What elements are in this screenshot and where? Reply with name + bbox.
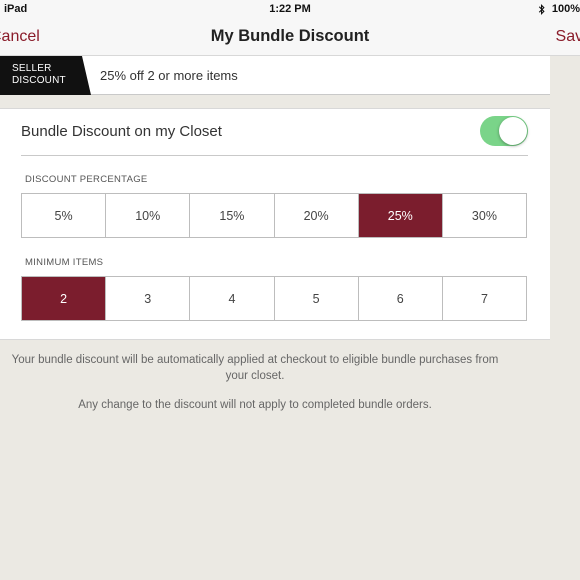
seller-discount-tag-line2: DISCOUNT (12, 75, 66, 86)
discount-option-10[interactable]: 10% (106, 194, 191, 237)
minimum-items-selector: 2 3 4 5 6 7 (21, 276, 527, 321)
nav-bar: Cancel My Bundle Discount Save (0, 20, 580, 56)
min-items-option-6[interactable]: 6 (359, 277, 443, 320)
discount-option-25[interactable]: 25% (358, 194, 443, 237)
seller-discount-tag-line1: SELLER (12, 63, 52, 74)
save-button[interactable]: Save (556, 28, 580, 46)
battery-level: 100% (551, 3, 580, 15)
status-right: 100% (538, 3, 580, 15)
footer-notes: Your bundle discount will be automatical… (0, 352, 510, 413)
bundle-discount-toggle[interactable] (480, 116, 528, 146)
discount-percentage-selector: 5% 10% 15% 20% 25% 30% (21, 193, 527, 238)
checkout-note: Your bundle discount will be automatical… (11, 354, 499, 382)
toggle-knob (499, 117, 527, 145)
completed-orders-note: Any change to the discount will not appl… (78, 399, 432, 411)
min-items-option-4[interactable]: 4 (190, 277, 275, 320)
divider (21, 155, 528, 156)
minimum-items-header: MINIMUM ITEMS (25, 257, 104, 268)
discount-percentage-header: DISCOUNT PERCENTAGE (25, 174, 148, 185)
min-items-option-3[interactable]: 3 (106, 277, 191, 320)
discount-option-15[interactable]: 15% (190, 194, 275, 237)
min-items-option-7[interactable]: 7 (443, 277, 526, 320)
page-title: My Bundle Discount (210, 27, 370, 45)
bundle-discount-label: Bundle Discount on my Closet (21, 123, 222, 140)
seller-discount-tag: SELLER DISCOUNT (0, 56, 91, 95)
discount-option-30[interactable]: 30% (443, 194, 526, 237)
status-time: 1:22 PM (269, 3, 311, 15)
status-bar: iPad 1:22 PM 100% (0, 0, 580, 20)
discount-summary: 25% off 2 or more items (100, 68, 238, 83)
discount-option-20[interactable]: 20% (275, 194, 359, 237)
bluetooth-icon (538, 3, 545, 15)
min-items-option-2[interactable]: 2 (22, 277, 107, 320)
discount-option-5[interactable]: 5% (22, 194, 107, 237)
seller-discount-banner: SELLER DISCOUNT 25% off 2 or more items (0, 56, 550, 95)
min-items-option-5[interactable]: 5 (275, 277, 359, 320)
